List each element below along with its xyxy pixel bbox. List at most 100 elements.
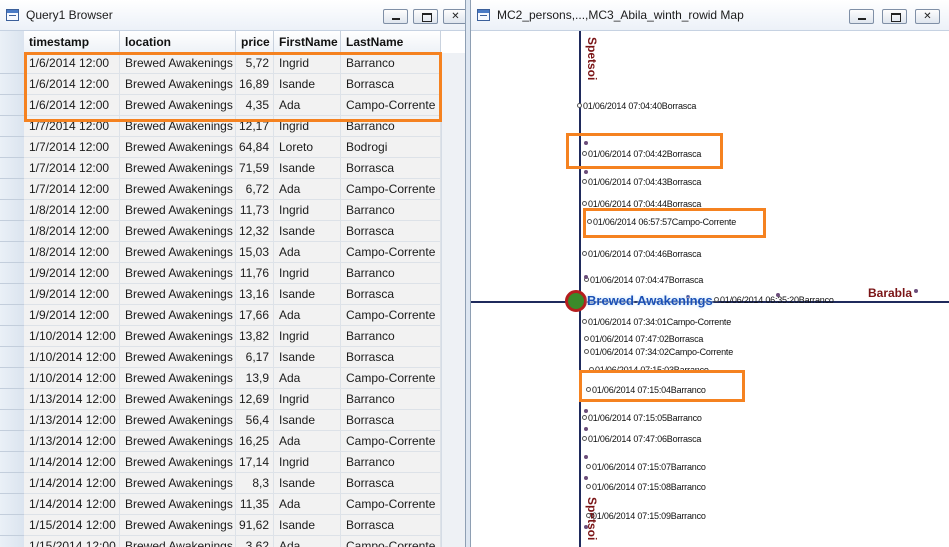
cell-location[interactable]: Brewed Awakenings [120,473,236,494]
cell-firstname[interactable]: Ada [274,368,341,389]
table-row[interactable]: 1/10/2014 12:00 Brewed Awakenings 13,9 Ada C… [24,368,441,389]
cell-location[interactable]: Brewed Awakenings [120,347,236,368]
cell-timestamp[interactable]: 1/10/2014 12:00 [24,368,120,389]
cell-lastname[interactable]: Borrasca [341,410,441,431]
map-event-label[interactable]: 01/06/2014 07:15:08Barranco [586,482,706,492]
cell-timestamp[interactable]: 1/9/2014 12:00 [24,305,120,326]
cell-location[interactable]: Brewed Awakenings [120,200,236,221]
cell-price[interactable]: 3,62 [236,536,274,547]
cell-lastname[interactable]: Campo-Corrente [341,179,441,200]
row-header[interactable] [0,179,24,200]
row-header[interactable] [0,494,24,515]
map-event-label[interactable]: 01/06/2014 07:47:06Borrasca [581,434,701,444]
cell-timestamp[interactable]: 1/13/2014 12:00 [24,431,120,452]
table-row[interactable]: 1/13/2014 12:00 Brewed Awakenings 56,4 Isan… [24,410,441,431]
cell-lastname[interactable]: Campo-Corrente [341,494,441,515]
table-row[interactable]: 1/7/2014 12:00 Brewed Awakenings 71,59 Isan… [24,158,441,179]
cell-price[interactable]: 17,66 [236,305,274,326]
cell-timestamp[interactable]: 1/14/2014 12:00 [24,452,120,473]
column-header-timestamp[interactable]: timestamp [24,31,120,53]
cell-lastname[interactable]: Campo-Corrente [341,536,441,547]
cell-lastname[interactable]: Bodrogi [341,137,441,158]
cell-lastname[interactable]: Borrasca [341,221,441,242]
cell-location[interactable]: Brewed Awakenings [120,536,236,547]
table-row[interactable]: 1/8/2014 12:00 Brewed Awakenings 12,32 Isan… [24,221,441,242]
cell-lastname[interactable]: Borrasca [341,473,441,494]
location-marker[interactable] [565,290,587,312]
cell-timestamp[interactable]: 1/8/2014 12:00 [24,221,120,242]
row-header[interactable] [0,515,24,536]
table-row[interactable]: 1/13/2014 12:00 Brewed Awakenings 16,25 Ada… [24,431,441,452]
map-event-label[interactable]: 01/06/2014 07:04:47Borrasca [583,275,703,285]
cell-lastname[interactable]: Borrasca [341,158,441,179]
cell-firstname[interactable]: Ingrid [274,452,341,473]
cell-location[interactable]: Brewed Awakenings [120,368,236,389]
vertical-scrollbar[interactable] [441,53,465,547]
table-row[interactable]: 1/14/2014 12:00 Brewed Awakenings 11,35 Ada… [24,494,441,515]
cell-price[interactable]: 56,4 [236,410,274,431]
column-header-price[interactable]: price [236,31,274,53]
cell-timestamp[interactable]: 1/14/2014 12:00 [24,494,120,515]
cell-lastname[interactable]: Campo-Corrente [341,242,441,263]
row-header[interactable] [0,137,24,158]
table-row[interactable]: 1/14/2014 12:00 Brewed Awakenings 8,3 Isand… [24,473,441,494]
row-header[interactable] [0,242,24,263]
cell-location[interactable]: Brewed Awakenings [120,158,236,179]
cell-firstname[interactable]: Ada [274,179,341,200]
row-header[interactable] [0,116,24,137]
table-row[interactable]: 1/14/2014 12:00 Brewed Awakenings 17,14 Ing… [24,452,441,473]
cell-firstname[interactable]: Isande [274,473,341,494]
cell-location[interactable]: Brewed Awakenings [120,305,236,326]
cell-price[interactable]: 16,25 [236,431,274,452]
row-header[interactable] [0,536,24,547]
cell-price[interactable]: 64,84 [236,137,274,158]
cell-lastname[interactable]: Barranco [341,200,441,221]
cell-timestamp[interactable]: 1/10/2014 12:00 [24,347,120,368]
cell-price[interactable]: 91,62 [236,515,274,536]
minimize-button[interactable] [383,9,408,24]
table-row[interactable]: 1/10/2014 12:00 Brewed Awakenings 13,82 Ing… [24,326,441,347]
cell-lastname[interactable]: Borrasca [341,284,441,305]
cell-firstname[interactable]: Ada [274,242,341,263]
cell-firstname[interactable]: Isande [274,221,341,242]
cell-location[interactable]: Brewed Awakenings [120,263,236,284]
table-row[interactable]: 1/9/2014 12:00 Brewed Awakenings 17,66 Ada C… [24,305,441,326]
column-header-lastname[interactable]: LastName [341,31,441,53]
cell-location[interactable]: Brewed Awakenings [120,389,236,410]
cell-lastname[interactable]: Barranco [341,389,441,410]
cell-location[interactable]: Brewed Awakenings [120,431,236,452]
map-minimize-button[interactable] [849,9,874,24]
cell-lastname[interactable]: Campo-Corrente [341,431,441,452]
row-header[interactable] [0,305,24,326]
cell-location[interactable]: Brewed Awakenings [120,452,236,473]
cell-location[interactable]: Brewed Awakenings [120,494,236,515]
cell-timestamp[interactable]: 1/10/2014 12:00 [24,326,120,347]
map-event-label[interactable]: 01/06/2014 07:47:02Borrasca [583,334,703,344]
cell-location[interactable]: Brewed Awakenings [120,137,236,158]
cell-firstname[interactable]: Isande [274,515,341,536]
row-header[interactable] [0,452,24,473]
row-header[interactable] [0,431,24,452]
map-titlebar[interactable]: MC2_persons,...,MC3_Abila_winth_rowid Ma… [471,0,949,31]
row-header[interactable] [0,284,24,305]
row-header[interactable] [0,389,24,410]
cell-timestamp[interactable]: 1/8/2014 12:00 [24,242,120,263]
cell-lastname[interactable]: Borrasca [341,347,441,368]
cell-lastname[interactable]: Campo-Corrente [341,368,441,389]
map-event-label[interactable]: 01/06/2014 07:04:46Borrasca [581,249,701,259]
map-event-label[interactable]: 01/06/2014 07:15:05Barranco [582,413,702,423]
cell-price[interactable]: 11,76 [236,263,274,284]
table-row[interactable]: 1/8/2014 12:00 Brewed Awakenings 15,03 Ada C… [24,242,441,263]
cell-price[interactable]: 12,32 [236,221,274,242]
table-row[interactable]: 1/9/2014 12:00 Brewed Awakenings 13,16 Isan… [24,284,441,305]
cell-timestamp[interactable]: 1/13/2014 12:00 [24,410,120,431]
cell-lastname[interactable]: Campo-Corrente [341,305,441,326]
map-canvas[interactable]: Spetsoi Barabla Spetsoi 01/06/2014 07:04… [471,31,949,547]
row-header[interactable] [0,410,24,431]
cell-price[interactable]: 15,03 [236,242,274,263]
cell-timestamp[interactable]: 1/14/2014 12:00 [24,473,120,494]
map-event-label[interactable]: 01/06/2014 07:04:40Borrasca [576,101,696,111]
cell-price[interactable]: 11,35 [236,494,274,515]
cell-timestamp[interactable]: 1/9/2014 12:00 [24,263,120,284]
close-button[interactable]: ✕ [443,9,465,24]
